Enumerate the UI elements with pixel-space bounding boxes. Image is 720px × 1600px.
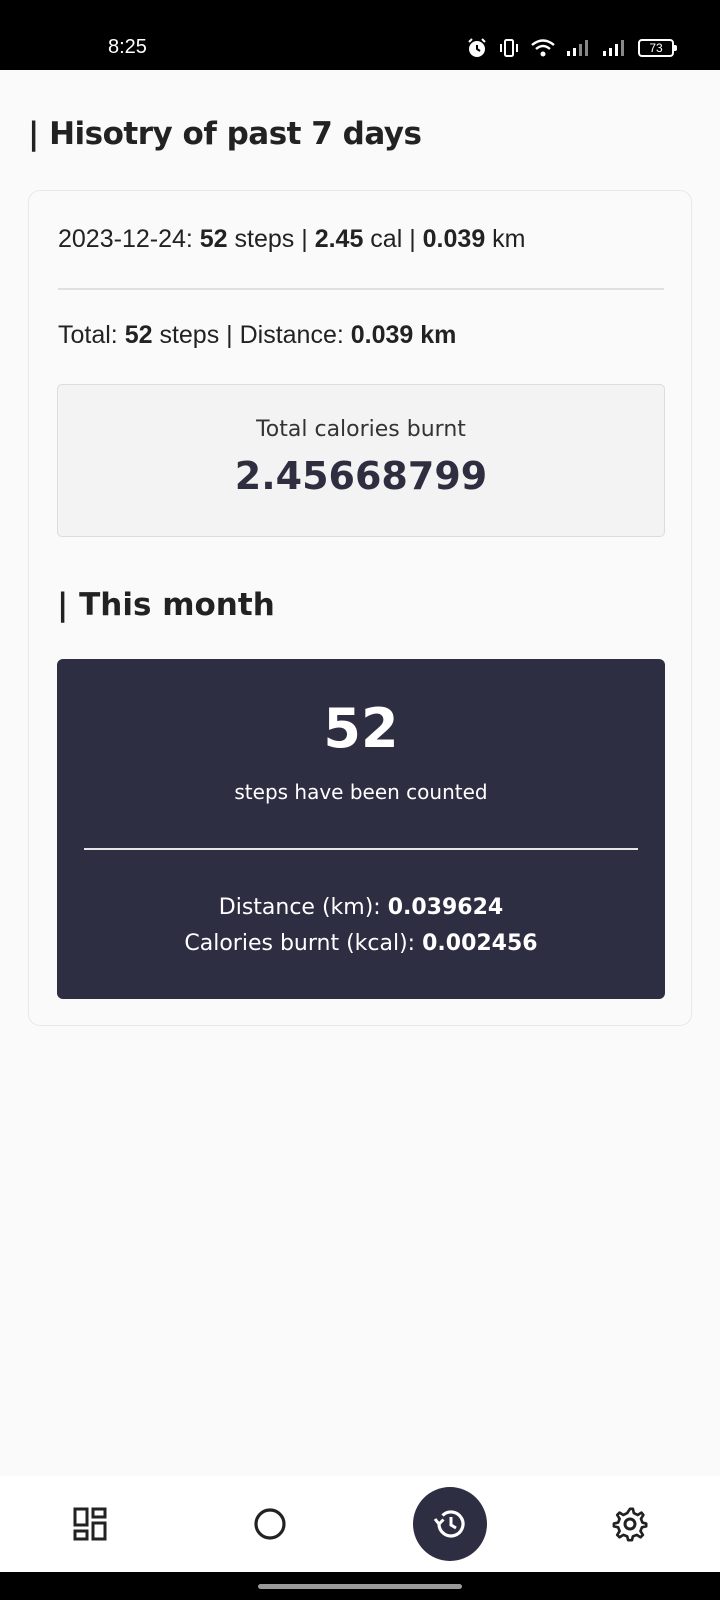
- month-calories-label: Calories burnt (kcal):: [184, 931, 423, 956]
- month-divider: [84, 848, 638, 850]
- month-calories: Calories burnt (kcal): 0.002456: [57, 926, 665, 962]
- history-card: 2023-12-24: 52 steps | 2.45 cal | 0.039 …: [28, 190, 692, 1026]
- day-cal: 2.45: [314, 225, 364, 253]
- gesture-bar: [0, 1572, 720, 1600]
- month-summary: 52 steps have been counted Distance (km)…: [57, 659, 665, 999]
- nav-dashboard[interactable]: [50, 1476, 130, 1572]
- month-steps-label: steps have been counted: [234, 780, 488, 804]
- nav-history-active: [413, 1487, 487, 1561]
- nav-history[interactable]: [410, 1476, 490, 1572]
- bottom-nav: [0, 1476, 720, 1572]
- day-date: 2023-12-24:: [58, 225, 200, 253]
- total-label: Total:: [58, 321, 125, 349]
- day-steps: 52: [199, 225, 228, 253]
- vibrate-icon: [500, 39, 518, 57]
- signal-icon: [567, 40, 588, 56]
- page-title: | Hisotry of past 7 days: [28, 116, 422, 152]
- calories-box: Total calories burnt 2.45668799: [57, 384, 665, 537]
- month-calories-value: 0.002456: [422, 931, 538, 956]
- status-bar: 8:25 73: [0, 0, 720, 70]
- history-icon: [433, 1510, 465, 1538]
- settings-icon: [612, 1507, 648, 1542]
- calories-label: Total calories burnt: [256, 417, 466, 442]
- month-steps: 52: [323, 697, 399, 760]
- wifi-icon: [531, 39, 555, 57]
- day-steps-unit: steps |: [227, 225, 315, 253]
- total-row: Total: 52 steps | Distance: 0.039 km: [58, 321, 456, 350]
- battery-icon: 73: [638, 39, 677, 57]
- home-indicator[interactable]: [258, 1584, 462, 1589]
- month-distance: Distance (km): 0.039624: [57, 890, 665, 926]
- calories-value: 2.45668799: [234, 454, 488, 498]
- month-distance-label: Distance (km):: [218, 895, 388, 920]
- total-steps-unit: steps | Distance:: [152, 321, 351, 349]
- total-steps: 52: [124, 321, 153, 349]
- status-time: 8:25: [108, 36, 147, 58]
- day-km-unit: km: [485, 225, 526, 253]
- nav-home[interactable]: [230, 1476, 310, 1572]
- day-km: 0.039: [422, 225, 486, 253]
- divider: [58, 288, 664, 290]
- circle-icon: [254, 1508, 286, 1540]
- alarm-icon: [468, 38, 486, 57]
- day-cal-unit: cal |: [363, 225, 423, 253]
- month-title: | This month: [57, 587, 275, 623]
- month-distance-value: 0.039624: [387, 895, 504, 920]
- status-icons: 73: [466, 36, 677, 60]
- total-distance: 0.039 km: [350, 321, 457, 349]
- dashboard-icon: [73, 1507, 107, 1541]
- signal-icon: [603, 40, 624, 56]
- nav-settings[interactable]: [590, 1476, 670, 1572]
- day-row: 2023-12-24: 52 steps | 2.45 cal | 0.039 …: [58, 225, 526, 254]
